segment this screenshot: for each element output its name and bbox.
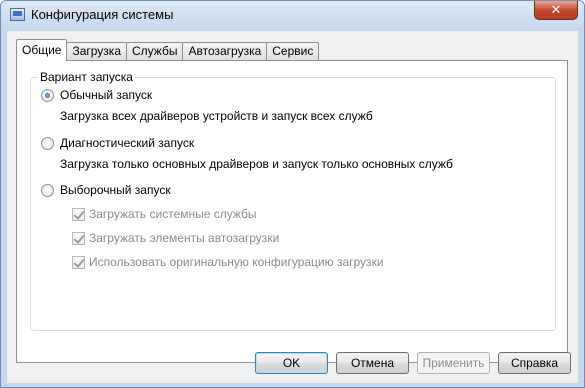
title-bar[interactable]: Конфигурация системы ✕ [1, 1, 584, 31]
checkbox-disabled-checked[interactable] [72, 231, 85, 245]
checkbox-disabled-checked[interactable] [72, 255, 85, 269]
checkbox-use-original-boot-config[interactable]: Использовать оригинальную конфигурацию з… [72, 255, 384, 269]
radio-button[interactable] [41, 136, 54, 150]
group-legend: Вариант запуска [38, 70, 135, 84]
cancel-button[interactable]: Отмена [336, 352, 409, 374]
checkbox-original-boot-label: Использовать оригинальную конфигурацию з… [89, 255, 384, 269]
radio-diagnostic-startup[interactable]: Диагностический запуск [41, 136, 194, 150]
radio-selective-label: Выборочный запуск [60, 183, 171, 197]
diagnostic-startup-description: Загрузка только основных драйверов и зап… [60, 157, 453, 171]
ok-button[interactable]: OK [255, 352, 328, 374]
tab-general[interactable]: Общие [16, 39, 68, 61]
window-title: Конфигурация системы [31, 7, 174, 22]
normal-startup-description: Загрузка всех драйверов устройств и запу… [60, 109, 373, 123]
apply-button[interactable]: Применить [417, 352, 490, 374]
close-button[interactable]: ✕ [534, 1, 578, 20]
general-tab-panel: Вариант запуска Обычный запуск Загрузка … [16, 60, 568, 363]
help-button[interactable]: Справка [498, 352, 571, 374]
checkbox-load-startup-items[interactable]: Загружать элементы автозагрузки [72, 231, 279, 245]
radio-normal-label: Обычный запуск [60, 88, 153, 102]
system-configuration-window: Конфигурация системы ✕ Общие Загрузка Сл… [0, 0, 585, 388]
tab-services[interactable]: Службы [126, 42, 184, 61]
radio-selective-startup[interactable]: Выборочный запуск [41, 183, 171, 197]
close-icon: ✕ [550, 2, 562, 18]
checkbox-load-system-services[interactable]: Загружать системные службы [72, 207, 257, 221]
radio-normal-startup[interactable]: Обычный запуск [41, 88, 152, 102]
system-config-icon [10, 8, 25, 21]
checkbox-system-services-label: Загружать системные службы [89, 207, 257, 221]
tab-strip: Общие Загрузка Службы Автозагрузка Серви… [16, 39, 320, 61]
tab-tools[interactable]: Сервис [266, 42, 320, 61]
tab-startup[interactable]: Автозагрузка [182, 42, 268, 61]
checkbox-startup-items-label: Загружать элементы автозагрузки [89, 231, 280, 245]
tab-boot[interactable]: Загрузка [66, 42, 127, 61]
dialog-client-area: Общие Загрузка Службы Автозагрузка Серви… [7, 31, 578, 383]
startup-selection-group: Вариант запуска Обычный запуск Загрузка … [30, 70, 556, 331]
radio-diagnostic-label: Диагностический запуск [60, 136, 195, 150]
radio-button-selected[interactable] [41, 88, 54, 102]
radio-button[interactable] [41, 183, 54, 197]
checkbox-disabled-checked[interactable] [72, 207, 85, 221]
